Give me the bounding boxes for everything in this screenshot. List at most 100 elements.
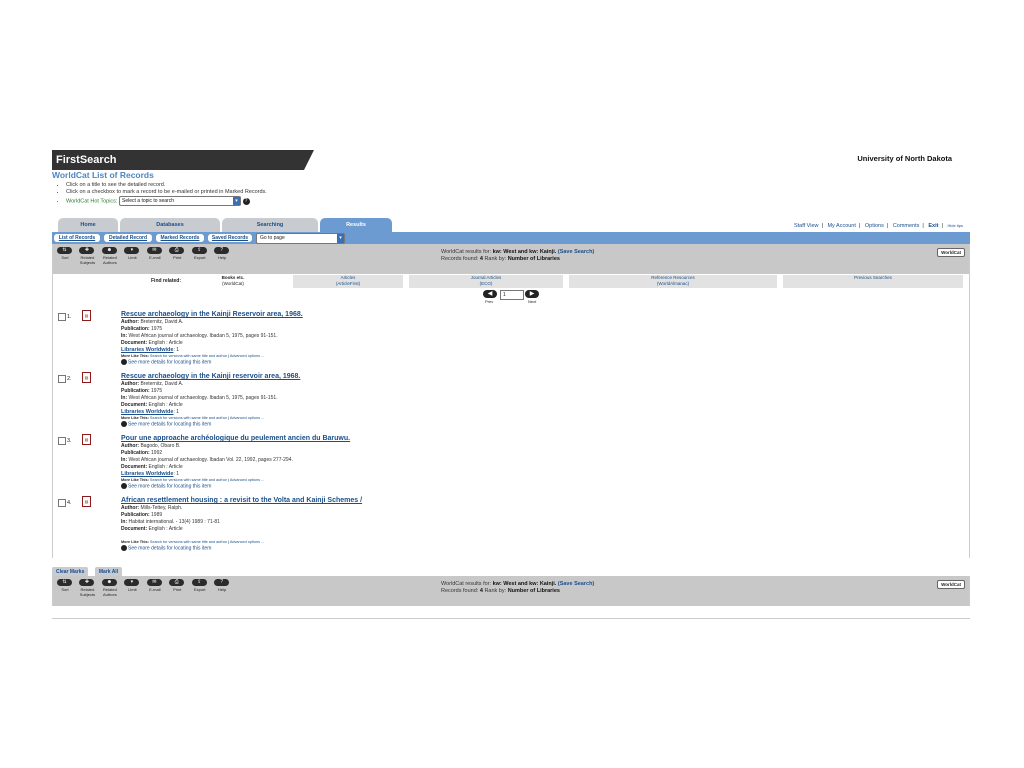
more-like-link[interactable]: Search for versions with same title and …: [150, 354, 227, 358]
help-button[interactable]: ? Help: [214, 247, 230, 260]
page-number-input[interactable]: 1: [500, 290, 524, 300]
results-prefix: WorldCat results for:: [441, 581, 492, 587]
exit-link[interactable]: Exit: [928, 223, 938, 229]
record-document: English : Article: [148, 340, 183, 346]
previous-searches-link[interactable]: Previous Searches: [854, 275, 892, 280]
print-button[interactable]: ⎙ Print: [169, 247, 185, 260]
reference-link[interactable]: Reference Resources: [651, 275, 695, 280]
limit-button[interactable]: ▾ Limit: [124, 579, 140, 592]
rank-by-label: Rank by:: [484, 588, 507, 594]
record-checkbox[interactable]: [58, 499, 66, 507]
export-icon: ⇪: [191, 579, 207, 586]
articles-sub[interactable]: (ArticleFirst): [336, 281, 360, 286]
find-related-previous[interactable]: Previous Searches: [783, 275, 963, 288]
tab-results-label: Results: [346, 222, 366, 228]
chevron-down-icon: ▾: [233, 197, 240, 205]
record-title-link[interactable]: Pour une approache archéologique du peul…: [121, 434, 350, 443]
help-icon[interactable]: ?: [242, 197, 250, 205]
limit-label: Limit: [128, 587, 137, 592]
more-like-link[interactable]: Search for versions with same title and …: [150, 416, 227, 420]
record-checkbox[interactable]: [58, 313, 66, 321]
export-button[interactable]: ⇪ Export: [191, 247, 208, 260]
my-account-link[interactable]: My Account: [827, 223, 855, 229]
help-icon: ?: [214, 247, 230, 254]
print-icon: ⎙: [169, 579, 185, 586]
find-related-books[interactable]: Books etc. (WorldCat): [181, 275, 285, 288]
find-related-reference[interactable]: Reference Resources (WorldAlmanac): [569, 275, 777, 288]
libraries-count: 1: [176, 471, 180, 477]
in-label: In:: [121, 333, 128, 339]
prev-arrow-icon[interactable]: ◀: [483, 290, 497, 298]
hide-tips-link[interactable]: Hide tips: [947, 223, 963, 228]
libraries-worldwide-link[interactable]: Libraries Worldwide: [121, 409, 173, 415]
find-related-articles[interactable]: Articles (ArticleFirst): [293, 275, 403, 288]
email-button[interactable]: ✉ E-mail: [146, 579, 163, 592]
articles-link[interactable]: Articles: [341, 275, 356, 280]
see-more-link[interactable]: See more details for locating this item: [128, 483, 211, 489]
journal-articles-link[interactable]: Journal Articles: [471, 275, 502, 280]
more-like-link[interactable]: Search for versions with same title and …: [150, 540, 227, 544]
results-toolbar-bottom: ⇅ Sort ✚ Related Subjects ☻ Related Authors…: [52, 576, 970, 606]
record-checkbox[interactable]: [58, 437, 66, 445]
see-more-link[interactable]: See more details for locating this item: [128, 545, 211, 551]
reference-sub[interactable]: (WorldAlmanac): [657, 281, 689, 286]
email-button[interactable]: ✉ E-mail: [146, 247, 163, 260]
subtab-detailed-record[interactable]: Detailed Record: [104, 234, 152, 242]
tab-databases-label[interactable]: Databases: [156, 222, 184, 228]
record-in: West African journal of archaeology. Iba…: [128, 333, 278, 339]
subtab-list-of-records[interactable]: List of Records: [54, 234, 100, 242]
print-icon: ⎙: [169, 247, 185, 254]
journal-articles-sub[interactable]: (ECO): [480, 281, 493, 286]
tab-databases[interactable]: Databases: [120, 218, 220, 232]
advanced-options-link[interactable]: Advanced options ...: [230, 540, 264, 544]
subtab-marked-records[interactable]: Marked Records: [156, 234, 204, 242]
related-authors-button[interactable]: ☻ Related Authors: [101, 579, 118, 597]
find-related-journal-articles[interactable]: Journal Articles (ECO): [409, 275, 563, 288]
tab-searching[interactable]: Searching: [222, 218, 318, 232]
tab-home[interactable]: Home: [58, 218, 118, 232]
go-to-page-select[interactable]: Go to page ▾: [256, 233, 345, 244]
next-arrow-icon[interactable]: ▶: [525, 290, 539, 298]
advanced-options-link[interactable]: Advanced options ...: [230, 354, 264, 358]
advanced-options-link[interactable]: Advanced options ...: [230, 478, 264, 482]
limit-button[interactable]: ▾ Limit: [124, 247, 140, 260]
advanced-options-link[interactable]: Advanced options ...: [230, 416, 264, 420]
record-title-link[interactable]: Rescue archaeology in the Kainji Reservo…: [121, 310, 303, 319]
subtab-saved-records[interactable]: Saved Records: [208, 234, 252, 242]
save-search-link[interactable]: (Save Search): [558, 249, 594, 255]
in-label: In:: [121, 519, 128, 525]
related-subjects-button[interactable]: ✚ Related Subjects: [79, 579, 95, 597]
sort-icon: ⇅: [57, 247, 72, 254]
record-checkbox[interactable]: [58, 375, 66, 383]
tab-home-label[interactable]: Home: [80, 222, 95, 228]
more-like-link[interactable]: Search for versions with same title and …: [150, 478, 227, 482]
see-more-link[interactable]: See more details for locating this item: [128, 421, 211, 427]
options-link[interactable]: Options: [865, 223, 884, 229]
tab-searching-label[interactable]: Searching: [257, 222, 284, 228]
sort-button[interactable]: ⇅ Sort: [57, 247, 73, 260]
print-button[interactable]: ⎙ Print: [169, 579, 185, 592]
hot-topics-select[interactable]: Select a topic to search ▾: [119, 196, 241, 206]
export-button[interactable]: ⇪ Export: [191, 579, 208, 592]
save-search-link[interactable]: (Save Search): [558, 581, 594, 587]
help-label: Help: [218, 255, 227, 260]
libraries-worldwide-link[interactable]: Libraries Worldwide: [121, 471, 173, 477]
sort-label: Sort: [61, 587, 69, 592]
staff-view-link[interactable]: Staff View: [794, 223, 819, 229]
comments-link[interactable]: Comments: [893, 223, 920, 229]
record-number: 4.: [67, 500, 72, 506]
results-query: kw: West and kw: Kainji.: [492, 249, 557, 255]
sort-button[interactable]: ⇅ Sort: [57, 579, 73, 592]
related-subjects-button[interactable]: ✚ Related Subjects: [79, 247, 95, 265]
related-authors-button[interactable]: ☻ Related Authors: [101, 247, 118, 265]
see-more-link[interactable]: See more details for locating this item: [128, 359, 211, 365]
email-icon: ✉: [146, 579, 162, 586]
tab-results[interactable]: Results: [320, 218, 392, 232]
limit-label: Limit: [128, 255, 137, 260]
record-title-link[interactable]: Rescue archaeology in the Kainji reservo…: [121, 372, 300, 381]
books-sub: (WorldCat): [222, 280, 244, 286]
help-button[interactable]: ? Help: [214, 579, 230, 592]
record-title-link[interactable]: African resettlement housing : a revisit…: [121, 496, 362, 505]
libraries-worldwide-link[interactable]: Libraries Worldwide: [121, 347, 173, 353]
brand-logo: FirstSearch: [52, 150, 314, 170]
